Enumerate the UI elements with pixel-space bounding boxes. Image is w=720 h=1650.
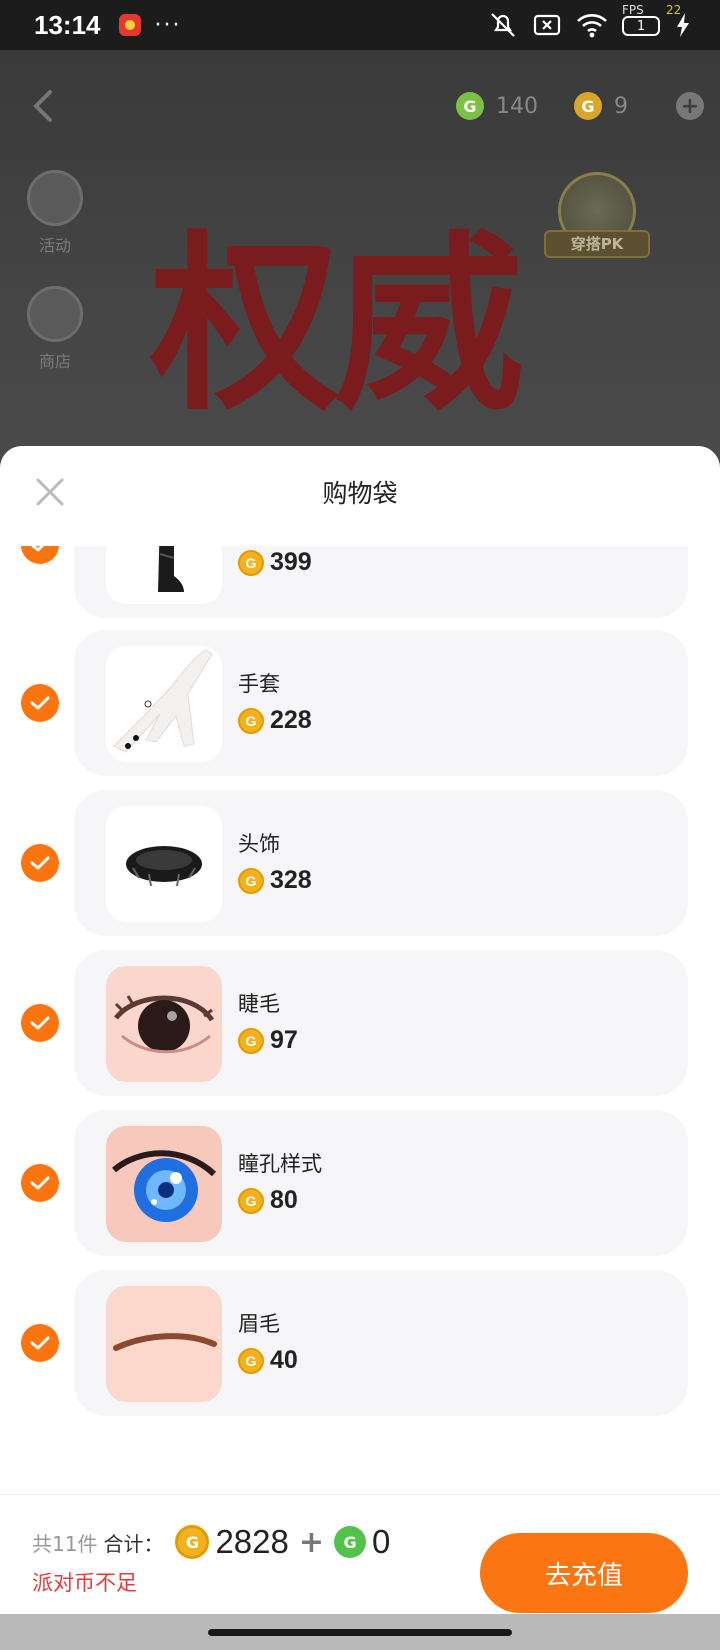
total-gold-amount: 2828 [215,1523,289,1560]
gold-coin-icon: G [238,867,264,894]
order-summary: 共11件 合计： G 2828 + G 0 [32,1523,390,1561]
item-price: G 399 [238,548,312,577]
item-price-value: 328 [270,866,312,894]
gold-coin-icon: G [574,92,602,120]
battery-level: 1 [636,18,646,34]
add-currency-icon[interactable]: + [676,92,704,120]
green-coin-icon: G [334,1526,367,1558]
sheet-title: 购物袋 [322,479,398,508]
item-thumbnail-pupil [106,1126,222,1242]
cart-item-card: 睫毛 G 97 [74,950,688,1096]
checked-icon[interactable] [21,684,59,722]
sheet-header: 购物袋 [0,446,720,546]
recharge-button[interactable]: 去充值 [480,1533,688,1613]
shopping-bag-sheet: 购物袋 G 399 手套 G 228 头饰 G 328 睫毛 G 97 瞳孔样式… [0,446,720,1650]
no-sim-icon [533,14,561,36]
total-green-amount: 0 [372,1523,391,1560]
checked-icon[interactable] [21,844,59,882]
item-name: 眉毛 [238,1312,280,1336]
cart-item[interactable]: 瞳孔样式 G 80 [0,1110,720,1256]
back-icon[interactable] [26,88,62,124]
item-price-value: 40 [270,1346,298,1374]
item-price: G 40 [238,1346,298,1375]
event-title-art: 权威 [150,213,524,436]
item-name: 头饰 [238,832,280,856]
insufficient-balance-warning: 派对币不足 [32,1571,137,1595]
item-thumbnail-headpiece [106,806,222,922]
cart-item-card: 手套 G 228 [74,630,688,776]
cart-item-card: 眉毛 G 40 [74,1270,688,1416]
home-gesture-handle[interactable] [208,1629,512,1636]
item-name: 瞳孔样式 [238,1152,322,1176]
cart-item-card: 头饰 G 328 [74,790,688,936]
battery-group: FPS 22 1 [622,0,681,50]
status-icons: FPS 22 1 [488,0,690,50]
item-thumbnail-glove [106,646,222,762]
item-name: 睫毛 [238,992,280,1016]
cart-item[interactable]: G 399 [0,546,720,618]
item-price: G 97 [238,1026,298,1055]
side-item-shop[interactable]: 商店 [22,286,88,372]
item-price-value: 228 [270,706,312,734]
fps-value: 22 [666,3,682,17]
checkout-bar: 共11件 合计： G 2828 + G 0 派对币不足 去充值 [0,1494,720,1614]
cart-item[interactable]: 眉毛 G 40 [0,1270,720,1416]
side-item-label: 活动 [38,236,71,255]
gold-coin-icon: G [238,707,264,734]
checked-icon[interactable] [21,1004,59,1042]
more-notifications-icon: ··· [154,12,182,38]
app-notification-icon [118,14,141,36]
item-price: G 80 [238,1186,298,1215]
item-count: 共11件 [32,1531,98,1556]
gold-coin-icon: G [238,549,264,576]
item-price: G 228 [238,706,312,735]
item-thumbnail-boots [106,546,222,604]
side-item-label: 商店 [38,352,71,371]
mute-icon [491,13,515,37]
item-price-value: 97 [270,1026,298,1054]
outfit-pk-label: 穿搭PK [544,230,650,258]
item-name: 手套 [238,672,280,696]
gift-icon [27,286,83,342]
cart-item-card: 瞳孔样式 G 80 [74,1110,688,1256]
item-thumbnail-eyebrow [106,1286,222,1402]
plus-sign: + [298,1524,325,1560]
green-coin-amount: 140 [496,93,538,119]
gold-coin-icon: G [238,1347,264,1374]
balloon-icon [27,170,83,226]
currency-bar: G 140 G 9 + [456,92,704,120]
cart-item[interactable]: 手套 G 228 [0,630,720,776]
gold-coin-amount: 9 [614,93,628,119]
item-thumbnail-eyelash [106,966,222,1082]
fps-label: FPS [622,3,644,17]
cart-item[interactable]: 头饰 G 328 [0,790,720,936]
cart-item-list[interactable]: G 399 手套 G 228 头饰 G 328 睫毛 G 97 瞳孔样式 G 8… [0,546,720,1426]
cart-item-card: G 399 [74,546,688,618]
gold-coin-icon: G [238,1187,264,1214]
green-coin-icon: G [456,92,484,120]
status-time: 13:14 [34,9,101,40]
system-nav-bar [0,1614,720,1650]
outfit-pk-button[interactable]: 穿搭PK [544,172,650,262]
item-price-value: 80 [270,1186,298,1214]
checked-icon[interactable] [21,546,59,564]
status-bar: 13:14 ··· FPS 22 1 [0,0,720,50]
total-label: 合计： [103,1531,164,1556]
item-price: G 328 [238,866,312,895]
gold-coin-icon: G [175,1525,210,1559]
checked-icon[interactable] [21,1164,59,1202]
item-price-value: 399 [270,548,312,576]
wifi-icon [577,14,607,38]
cart-item[interactable]: 睫毛 G 97 [0,950,720,1096]
side-item-activity[interactable]: 活动 [22,170,88,256]
gold-coin-icon: G [238,1027,264,1054]
battery-icon: 1 [622,16,660,36]
checked-icon[interactable] [21,1324,59,1362]
